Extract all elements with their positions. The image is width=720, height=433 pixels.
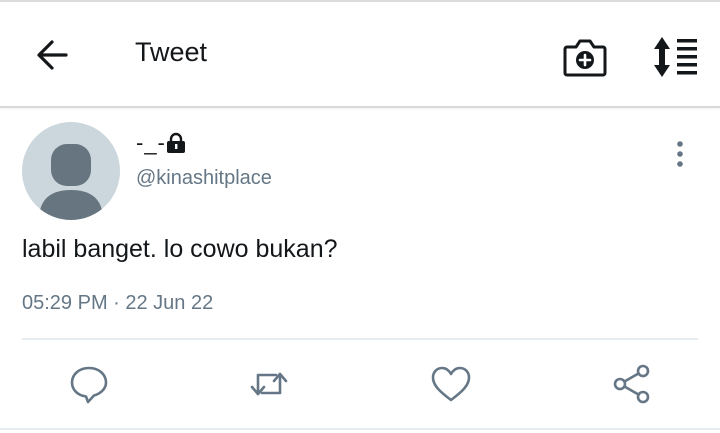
more-vertical-icon [677,141,683,167]
divider [22,338,698,340]
share-button[interactable] [608,360,656,408]
avatar[interactable] [22,122,120,220]
bottom-divider [0,428,720,430]
share-icon [613,364,650,404]
app-header: Tweet [0,2,720,108]
protected-lock-icon [166,132,186,154]
reply-button[interactable] [65,360,113,408]
page-title: Tweet [135,37,208,67]
camera-button[interactable] [562,35,608,79]
heart-icon [431,366,471,402]
retweet-icon [250,372,288,396]
sort-button[interactable] [648,35,700,79]
default-avatar-icon [39,144,103,220]
more-options-button[interactable] [668,138,692,170]
user-handle[interactable]: @kinashitplace [136,167,272,190]
sort-icon [654,37,697,77]
retweet-button[interactable] [245,360,293,408]
back-button[interactable] [30,32,76,78]
tweet-timestamp: 05:29 PM · 22 Jun 22 [22,292,214,314]
display-name[interactable]: -_- [136,130,166,156]
reply-icon [70,366,108,404]
camera-icon [563,39,607,77]
tweet-text: labil banget. lo cowo bukan? [22,235,338,263]
back-arrow-icon [37,40,68,70]
like-button[interactable] [427,360,475,408]
